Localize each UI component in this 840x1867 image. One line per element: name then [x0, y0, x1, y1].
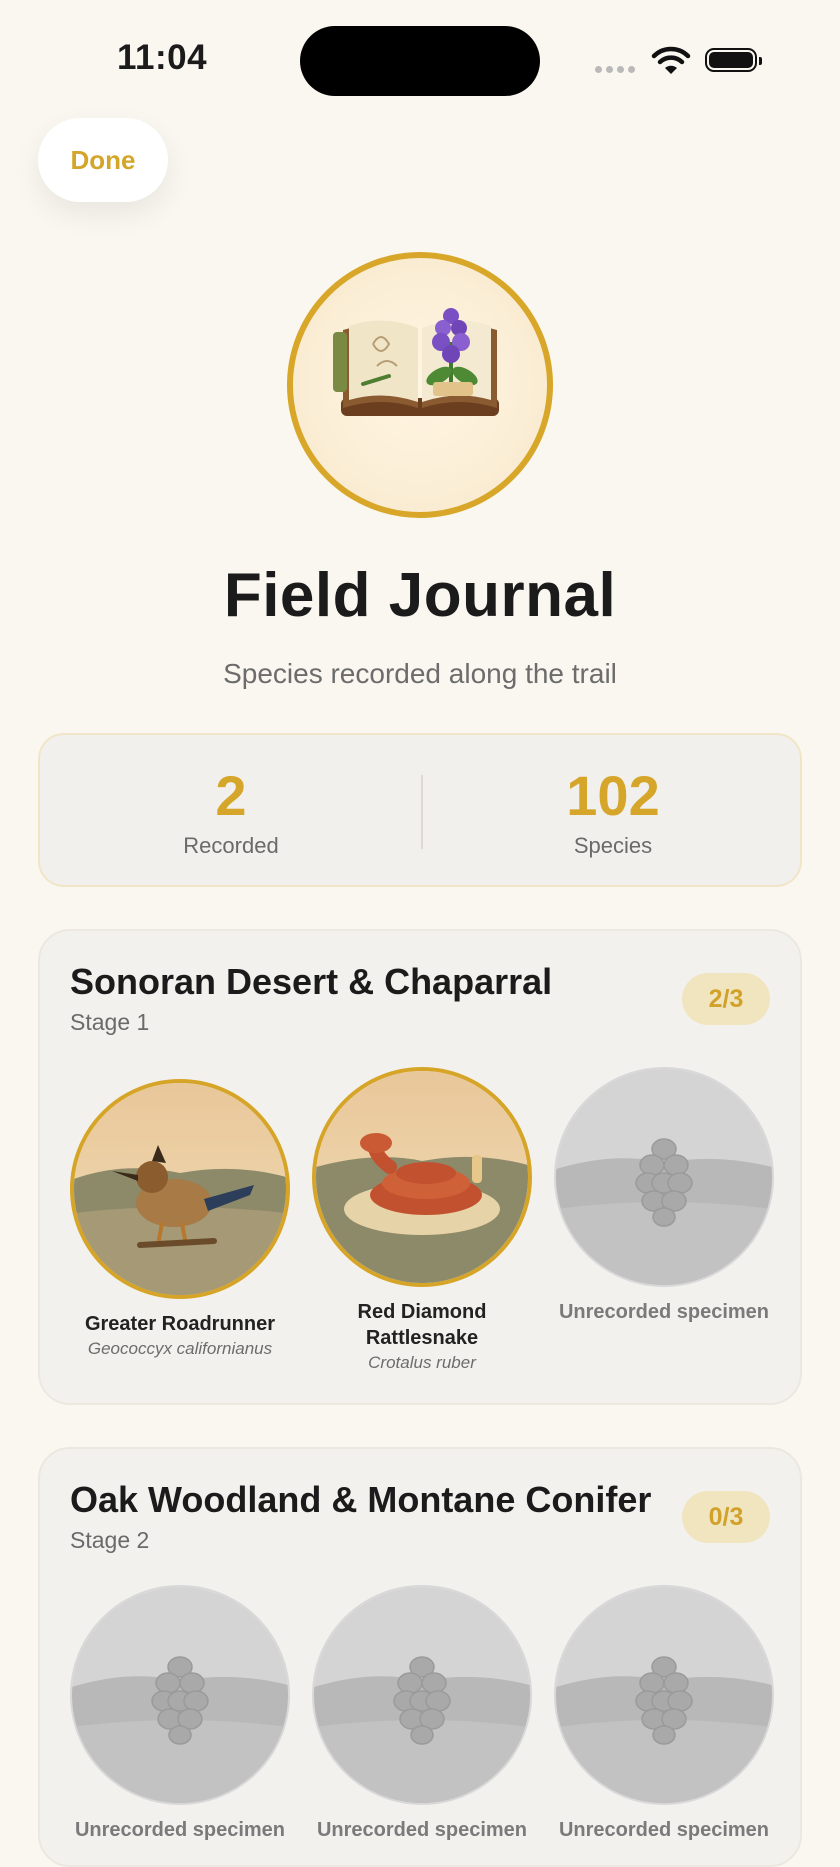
specimen-image [70, 1585, 290, 1805]
stat-species: 102 Species [422, 735, 804, 859]
stat-recorded: 2 Recorded [40, 735, 422, 859]
pinecone-placeholder-icon [556, 1587, 772, 1803]
specimen-name: Unrecorded specimen [558, 1301, 770, 1323]
specimen-scientific-name: Crotalus ruber [368, 1353, 476, 1372]
stats-panel: 2 Recorded 102 Species [38, 733, 802, 887]
specimen-scientific-name: Geococcyx californianus [87, 1339, 273, 1358]
journal-emblem [287, 252, 553, 518]
stage-progress-badge: 2/3 [682, 973, 770, 1025]
specimen-card-roadrunner[interactable]: Greater Roadrunner Geococcyx californian… [60, 1079, 300, 1359]
specimen-name: Unrecorded specimen [316, 1819, 528, 1841]
pinecone-placeholder-icon [556, 1069, 772, 1285]
specimen-image [554, 1585, 774, 1805]
battery-icon [705, 48, 762, 72]
specimen-name: Red Diamond Rattlesnake [357, 1301, 487, 1349]
stat-value: 2 [215, 764, 247, 827]
specimen-card-unrecorded[interactable]: Unrecorded specimen [302, 1585, 542, 1843]
specimen-image [554, 1067, 774, 1287]
pinecone-placeholder-icon [72, 1587, 288, 1803]
roadrunner-icon [74, 1083, 286, 1295]
specimen-name: Greater Roadrunner [84, 1313, 276, 1335]
stage-title: Sonoran Desert & Chaparral [70, 961, 553, 1002]
stat-value: 102 [566, 764, 660, 827]
stat-label: Species [573, 833, 653, 858]
wifi-icon [651, 46, 691, 74]
specimen-image [312, 1067, 532, 1287]
status-time: 11:04 [117, 38, 208, 77]
specimen-card-unrecorded[interactable]: Unrecorded specimen [544, 1585, 784, 1843]
stat-label: Recorded [183, 833, 279, 858]
specimen-image [312, 1585, 532, 1805]
specimen-card-unrecorded[interactable]: Unrecorded specimen [544, 1067, 784, 1325]
stage-card: Oak Woodland & Montane Conifer Stage 2 0… [38, 1447, 802, 1867]
specimen-name: Unrecorded specimen [74, 1819, 286, 1841]
stage-title: Oak Woodland & Montane Conifer [70, 1479, 652, 1520]
page-title: Field Journal [223, 561, 617, 630]
dynamic-island [300, 26, 540, 96]
done-button[interactable]: Done [38, 118, 168, 202]
status-indicators [595, 44, 765, 78]
cellular-signal-icon [595, 66, 635, 73]
rattlesnake-icon [316, 1071, 528, 1283]
field-journal-icon [333, 308, 499, 416]
stage-card: Sonoran Desert & Chaparral Stage 1 2/3 G… [38, 929, 802, 1405]
specimen-name: Unrecorded specimen [558, 1819, 770, 1841]
stage-progress-badge: 0/3 [682, 1491, 770, 1543]
pinecone-placeholder-icon [314, 1587, 530, 1803]
page-subtitle: Species recorded along the trail [223, 658, 617, 689]
specimen-card-rattlesnake[interactable]: Red Diamond Rattlesnake Crotalus ruber [302, 1067, 542, 1373]
specimen-card-unrecorded[interactable]: Unrecorded specimen [60, 1585, 300, 1843]
stage-label: Stage 1 [70, 1009, 150, 1035]
specimen-image [70, 1079, 290, 1299]
stage-label: Stage 2 [70, 1527, 150, 1553]
